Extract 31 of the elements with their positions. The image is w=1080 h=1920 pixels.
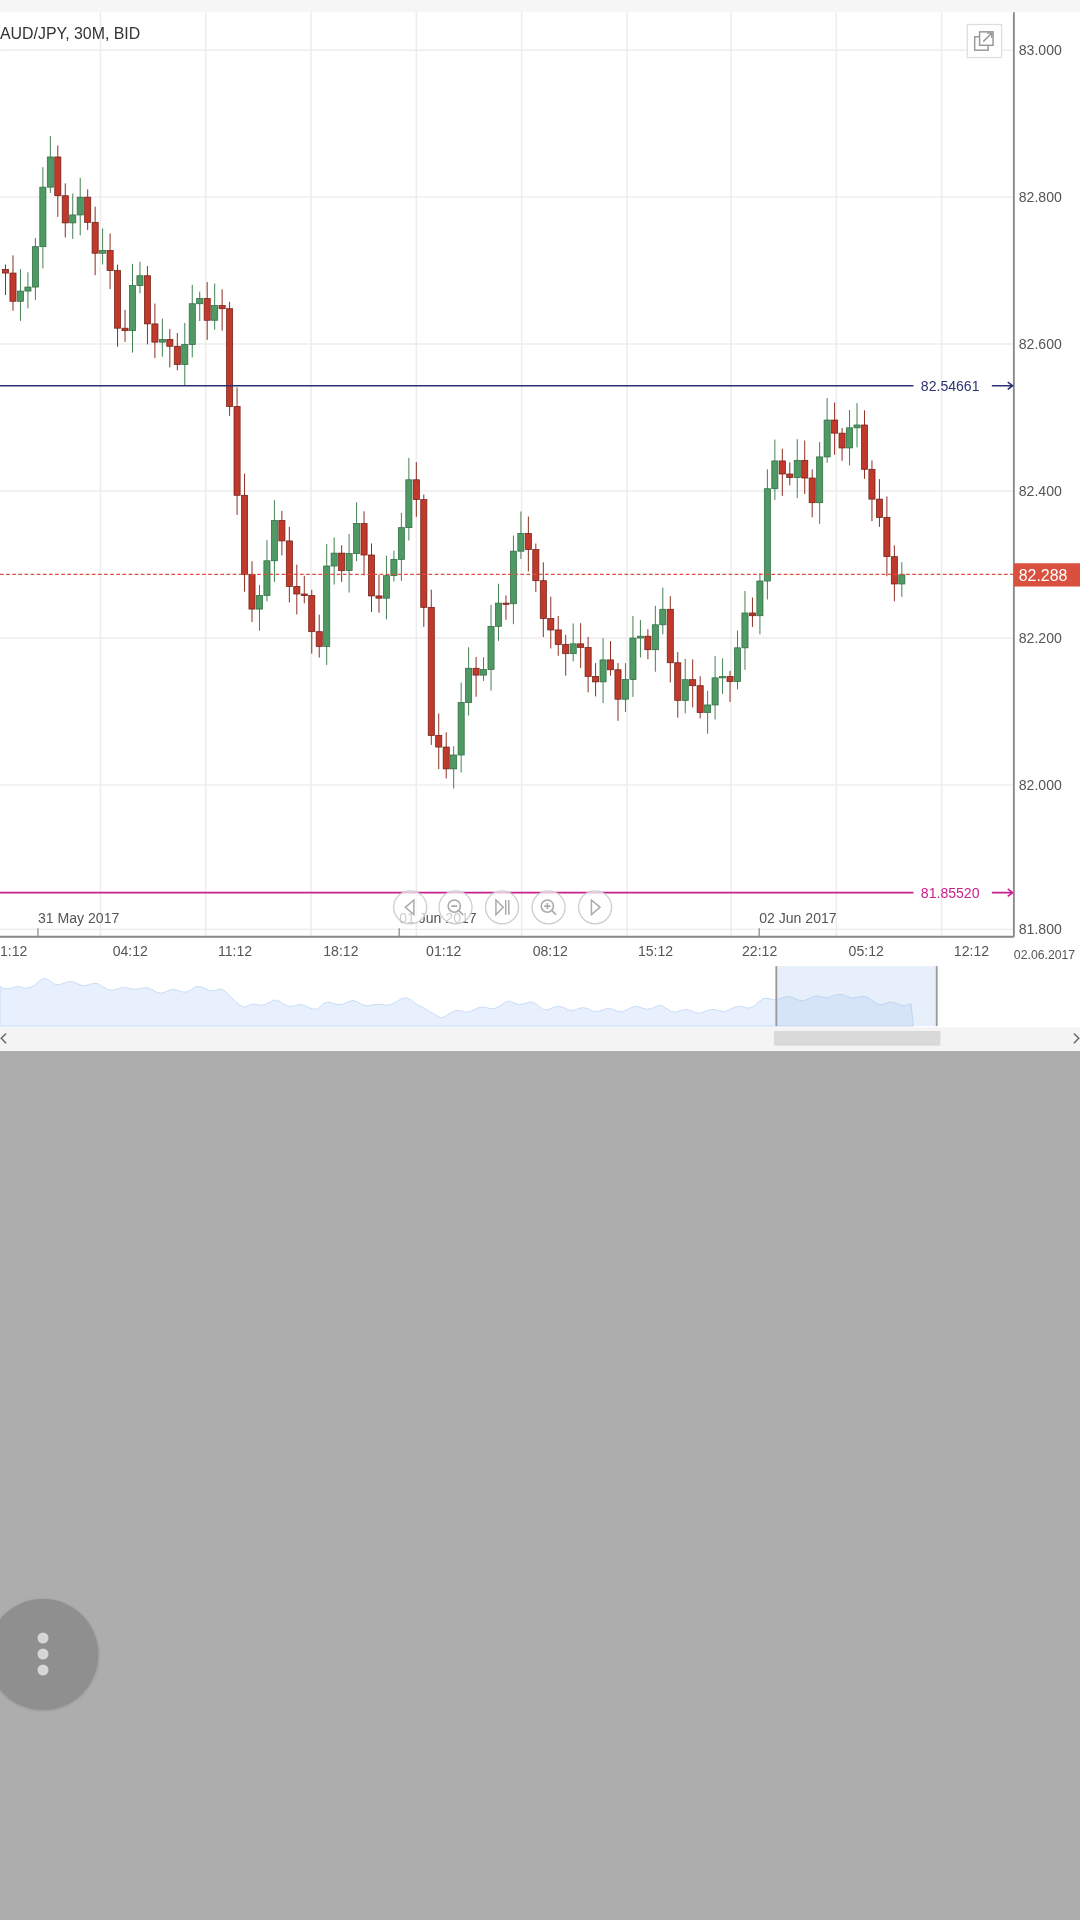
price-axis-label: 82.400 (1018, 482, 1062, 499)
time-axis-label: 1:12 (0, 943, 28, 960)
price-axis-label: 81.800 (1018, 921, 1062, 938)
price-axis-label: 83.000 (1018, 42, 1062, 59)
popout-icon[interactable] (966, 23, 1003, 59)
time-axis-label: 18:12 (323, 943, 359, 960)
scroll-right-icon[interactable] (1073, 1032, 1080, 1044)
zoom-in-icon[interactable] (531, 890, 566, 925)
current-price-tag: 82.288 (1013, 563, 1080, 587)
skip-end-icon[interactable] (484, 890, 520, 925)
time-axis-label: 08:12 (532, 943, 568, 960)
time-axis-label: 22:12 (742, 943, 778, 960)
more-vertical-icon (37, 1631, 49, 1676)
time-axis-label: 04:12 (112, 943, 148, 960)
price-axis-label: 82.800 (1018, 189, 1062, 206)
date-label: 02 Jun 2017 (759, 910, 837, 927)
price-axis-label: 82.200 (1018, 629, 1062, 646)
corner-date-label: 02.06.2017 (1013, 947, 1076, 962)
time-axis-label: 01:12 (426, 943, 462, 960)
price-level-label: 82.54661 (920, 377, 980, 394)
date-label: 31 May 2017 (37, 910, 120, 927)
scrollbar-thumb[interactable] (773, 1031, 941, 1046)
time-axis-label: 05:12 (848, 943, 884, 960)
chart-title: AUD/JPY, 30M, BID (0, 25, 141, 43)
time-axis-label: 15:12 (637, 943, 674, 960)
price-axis-label: 82.000 (1018, 776, 1062, 793)
time-axis-label: 12:12 (953, 943, 990, 960)
price-axis-label: 82.600 (1018, 335, 1062, 352)
scroll-left-icon[interactable] (0, 1032, 7, 1044)
price-level-label: 81.85520 (920, 884, 980, 901)
time-axis-label: 11:12 (217, 943, 253, 960)
